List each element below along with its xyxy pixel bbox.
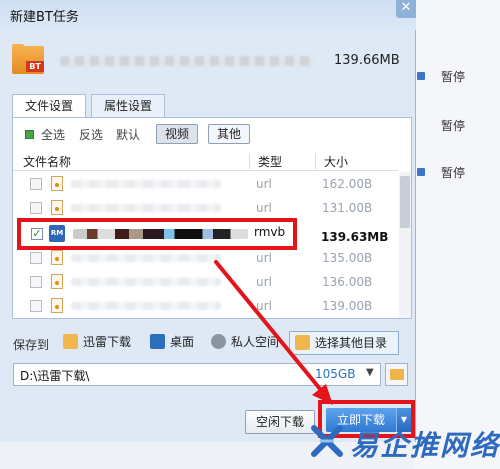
file-icon: [51, 274, 63, 289]
bg-pause-button[interactable]: 暂停: [441, 164, 465, 181]
file-name-blurred: [71, 302, 221, 310]
desktop-icon: [150, 334, 165, 349]
bt-file-icon: BT: [12, 44, 44, 76]
file-size: 162.00B: [322, 177, 373, 191]
file-name-blurred: [71, 180, 221, 188]
save-option-desktop[interactable]: 桌面: [150, 331, 200, 353]
bg-pause-button[interactable]: 暂停: [441, 68, 465, 85]
title-bar: 新建BT任务 ✕: [0, 0, 416, 30]
file-row[interactable]: url 131.00B: [13, 196, 398, 220]
bg-task-row: 暂停: [415, 115, 500, 137]
save-to-label: 保存到: [13, 338, 50, 352]
bg-task-row: 暂停: [415, 162, 500, 184]
file-icon: [51, 298, 63, 313]
filter-video-button[interactable]: 视频: [156, 124, 198, 144]
total-size: 139.66MB: [334, 53, 400, 68]
file-checkbox[interactable]: [30, 178, 42, 190]
file-checkbox[interactable]: [30, 300, 42, 312]
file-name-blurred: [71, 278, 221, 286]
file-type: url: [256, 251, 272, 265]
file-icon: [51, 200, 63, 215]
rmvb-file-icon: RM: [49, 225, 65, 242]
bt-tag: BT: [26, 61, 44, 72]
bg-status-icon: [417, 168, 425, 176]
file-name-blurred: [71, 254, 221, 262]
file-icon: [51, 176, 63, 191]
file-type: url: [256, 177, 272, 191]
folder-icon: [295, 335, 310, 350]
free-space: 105GB: [315, 367, 356, 381]
select-all-checkbox[interactable]: [25, 130, 34, 139]
chevron-down-icon[interactable]: ▼: [366, 367, 374, 378]
col-name[interactable]: 文件名称: [23, 153, 71, 170]
col-size[interactable]: 大小: [324, 153, 348, 170]
select-all-link[interactable]: 全选: [41, 126, 65, 143]
bg-task-row: 暂停: [415, 66, 500, 88]
file-list-scrollbar[interactable]: [399, 172, 411, 318]
file-type: url: [256, 201, 272, 215]
video-checkbox-checked[interactable]: ✓: [31, 228, 43, 240]
video-file-type: rmvb: [254, 225, 286, 239]
bg-status-icon: [417, 72, 425, 80]
default-selection-link[interactable]: 默认: [116, 126, 140, 143]
close-icon[interactable]: ✕: [396, 0, 416, 18]
choose-other-directory-button[interactable]: 选择其他目录: [289, 331, 399, 355]
save-path-value: D:\迅雷下载\: [20, 369, 90, 383]
new-bt-task-dialog: 新建BT任务 ✕ BT 139.66MB 文件设置 属性设置 全选 反选 默认 …: [0, 0, 416, 442]
selected-video-row-highlight[interactable]: ✓ RM rmvb: [17, 218, 297, 250]
file-row[interactable]: url 162.00B: [13, 172, 398, 196]
video-file-size: 139.63MB: [321, 230, 389, 244]
col-type[interactable]: 类型: [258, 153, 282, 170]
save-option-xunlei[interactable]: 迅雷下载: [63, 331, 135, 353]
file-size: 135.00B: [322, 251, 373, 265]
folder-icon: [390, 369, 404, 380]
watermark: 易企推网络: [310, 420, 500, 469]
watermark-logo-icon: [311, 425, 343, 457]
cloud-icon: [211, 334, 226, 349]
watermark-text: 易企推网络: [350, 429, 500, 462]
browse-folder-button[interactable]: [385, 363, 408, 386]
file-name-blurred: [71, 204, 221, 212]
dialog-title: 新建BT任务: [10, 10, 79, 25]
file-checkbox[interactable]: [30, 202, 42, 214]
file-row[interactable]: url 139.00B: [13, 294, 398, 318]
folder-icon: [63, 334, 78, 349]
scroll-thumb[interactable]: [400, 176, 410, 228]
file-row[interactable]: url 136.00B: [13, 270, 398, 294]
save-option-private-space[interactable]: 私人空间: [211, 331, 283, 353]
file-size: 131.00B: [322, 201, 373, 215]
filter-bar: 全选 反选 默认 视频 其他: [13, 118, 411, 148]
file-size: 136.00B: [322, 275, 373, 289]
background-app: 暂停 暂停 暂停: [415, 0, 500, 469]
save-path-field[interactable]: D:\迅雷下载\ 105GB ▼: [13, 363, 381, 386]
column-header: 文件名称 类型 大小: [13, 151, 398, 171]
filter-other-button[interactable]: 其他: [208, 124, 250, 144]
tab-file-settings[interactable]: 文件设置: [12, 94, 86, 118]
file-checkbox[interactable]: [30, 252, 42, 264]
tab-property-settings[interactable]: 属性设置: [91, 94, 165, 118]
invert-selection-link[interactable]: 反选: [79, 126, 103, 143]
file-icon: [51, 250, 63, 265]
video-name-blurred: [73, 229, 248, 239]
file-type: url: [256, 299, 272, 313]
bg-pause-button[interactable]: 暂停: [441, 117, 465, 134]
file-size: 139.00B: [322, 299, 373, 313]
torrent-name-blurred: [60, 56, 315, 66]
file-checkbox[interactable]: [30, 276, 42, 288]
file-type: url: [256, 275, 272, 289]
idle-download-button[interactable]: 空闲下载: [245, 410, 315, 434]
